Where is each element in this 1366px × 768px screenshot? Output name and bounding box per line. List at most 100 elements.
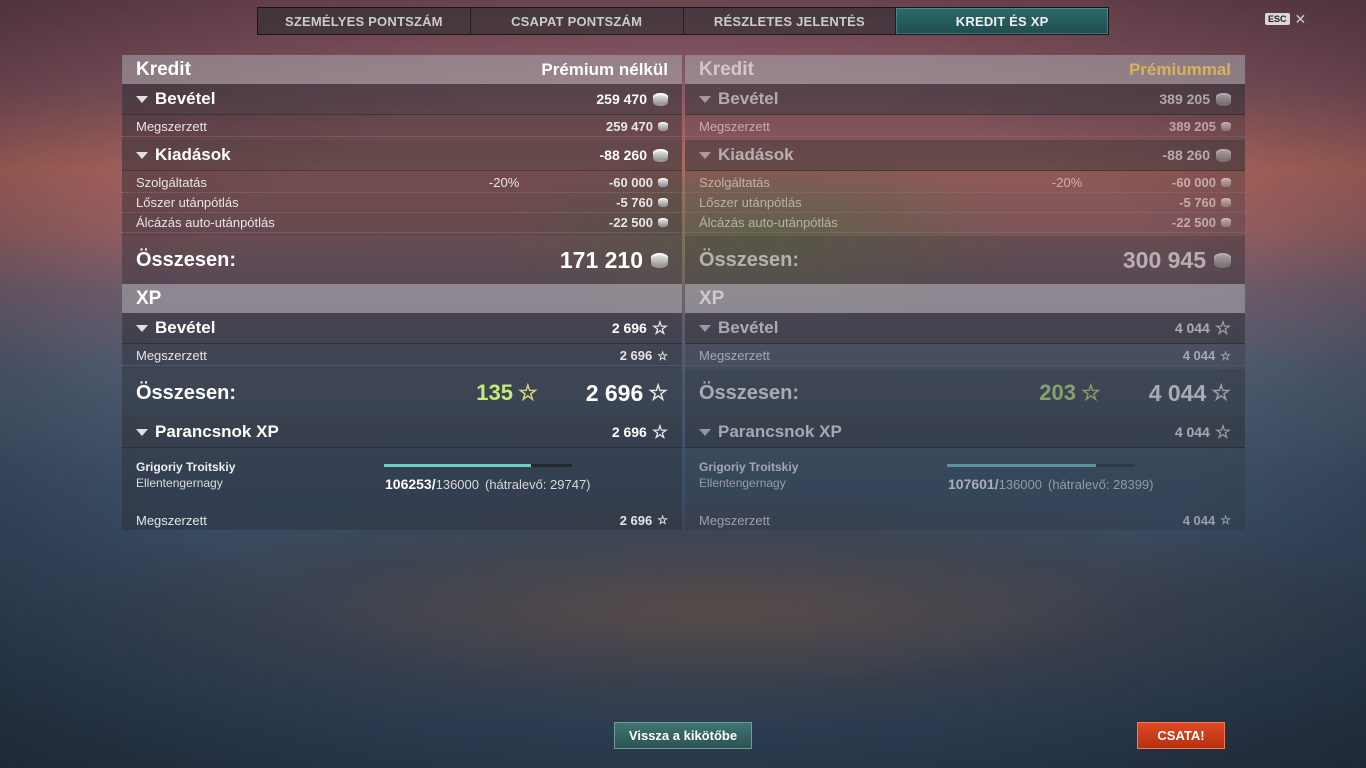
section-label: Bevétel <box>155 318 216 337</box>
commander-xp-current: 106253/ <box>385 476 436 492</box>
credit-coin-icon <box>658 198 668 207</box>
credit-income-rows: Megszerzett 259 470 <box>122 115 682 140</box>
chevron-down-icon <box>699 151 711 159</box>
commander-xp-current: 107601/ <box>948 476 999 492</box>
row-label: Megszerzett <box>136 348 207 363</box>
expenses-section[interactable]: Kiadások -88 260 <box>122 140 682 171</box>
row-value: -60 000 <box>608 175 653 190</box>
xp-header: XP <box>685 284 1245 313</box>
credit-income-section[interactable]: Bevétel 389 205 <box>685 84 1245 115</box>
credit-income-rows: Megszerzett 389 205 <box>685 115 1245 140</box>
free-xp-value: 203 <box>1039 380 1076 405</box>
list-item: Álcázás auto-utánpótlás -22 500 <box>685 213 1245 233</box>
chevron-down-icon <box>136 428 148 436</box>
xp-income-section[interactable]: Bevétel 4 044 ☆ <box>685 313 1245 344</box>
tab-personal-score[interactable]: SZEMÉLYES PONTSZÁM <box>258 8 471 34</box>
xp-total: Összesen: 203 ☆ 4 044 ☆ <box>685 369 1245 417</box>
star-icon: ☆ <box>651 422 668 442</box>
xp-income-value: 4 044 <box>1174 320 1210 336</box>
chevron-down-icon <box>136 324 148 332</box>
mode-label: Prémium nélkül <box>541 59 668 79</box>
xp-income-value: 2 696 <box>611 320 647 336</box>
list-item: Lőszer utánpótlás -5 760 <box>685 193 1245 213</box>
chevron-down-icon <box>136 95 148 103</box>
credit-coin-icon <box>1221 122 1231 131</box>
free-xp-star-icon: ☆ <box>517 380 538 405</box>
row-value: -60 000 <box>1171 175 1216 190</box>
row-value: -22 500 <box>608 215 653 230</box>
esc-key-icon: ESC <box>1265 13 1290 25</box>
back-to-port-button[interactable]: Vissza a kikötőbe <box>614 722 752 749</box>
chevron-down-icon <box>699 324 711 332</box>
credit-income-value: 259 470 <box>596 91 647 107</box>
credit-coin-icon <box>658 218 668 227</box>
credit-income-value: 389 205 <box>1159 91 1210 107</box>
commander-name: Grigoriy Troitskiy <box>699 460 799 474</box>
row-percent: -20% <box>488 175 520 190</box>
row-value: 4 044 <box>1182 348 1216 363</box>
section-label: Bevétel <box>155 89 216 108</box>
credit-coin-icon <box>1214 252 1231 268</box>
row-value: 389 205 <box>1169 119 1216 134</box>
row-value: 4 044 <box>1182 512 1216 528</box>
row-label: Megszerzett <box>136 119 207 134</box>
credit-coin-icon <box>1221 198 1231 207</box>
expenses-value: -88 260 <box>599 147 647 163</box>
total-label: Összesen: <box>699 381 800 404</box>
row-label: Szolgáltatás <box>136 175 207 190</box>
list-item: Megszerzett 4 044 ☆ <box>685 510 1245 530</box>
section-label: Bevétel <box>718 89 779 108</box>
star-icon: ☆ <box>651 318 668 338</box>
commander-xp-value: 4 044 <box>1174 424 1210 440</box>
credit-title: Kredit <box>699 58 754 80</box>
expenses-value: -88 260 <box>1162 147 1210 163</box>
list-item: Szolgáltatás -20% -60 000 <box>122 173 682 193</box>
commander-xp-value: 2 696 <box>611 424 647 440</box>
section-label: Kiadások <box>155 145 231 164</box>
credit-header: Kredit Prémium nélkül <box>122 55 682 84</box>
tab-credits-xp[interactable]: KREDIT ÉS XP <box>896 8 1108 34</box>
close-button[interactable]: ESC ✕ <box>1265 12 1306 26</box>
progress-fill <box>947 464 1096 467</box>
credit-income-section[interactable]: Bevétel 259 470 <box>122 84 682 115</box>
row-value: 2 696 <box>619 512 653 528</box>
row-label: Szolgáltatás <box>699 175 770 190</box>
commander-xp-section[interactable]: Parancsnok XP 4 044 ☆ <box>685 417 1245 448</box>
credit-coin-icon <box>658 122 668 131</box>
row-label: Álcázás auto-utánpótlás <box>136 215 275 230</box>
panel-without-premium: Kredit Prémium nélkül Bevétel 259 470 Me… <box>122 55 682 530</box>
mode-label: Prémiummal <box>1128 59 1231 79</box>
credit-coin-icon <box>1221 218 1231 227</box>
row-value: -5 760 <box>616 195 653 210</box>
list-item: Megszerzett 2 696 ☆ <box>122 510 682 530</box>
xp-income-section[interactable]: Bevétel 2 696 ☆ <box>122 313 682 344</box>
panel-with-premium: Kredit Prémiummal Bevétel 389 205 Megsze… <box>685 55 1245 530</box>
row-percent: -20% <box>1051 175 1083 190</box>
credit-total-value: 300 945 <box>1122 246 1206 273</box>
tab-team-score[interactable]: CSAPAT PONTSZÁM <box>471 8 684 34</box>
xp-income-rows: Megszerzett 4 044 ☆ <box>685 344 1245 369</box>
free-xp-value: 135 <box>476 380 513 405</box>
section-label: Parancsnok XP <box>155 422 279 441</box>
tab-bar: SZEMÉLYES PONTSZÁM CSAPAT PONTSZÁM RÉSZL… <box>257 7 1109 35</box>
star-icon: ☆ <box>648 380 668 405</box>
expenses-section[interactable]: Kiadások -88 260 <box>685 140 1245 171</box>
xp-title: XP <box>136 287 162 309</box>
row-label: Lőszer utánpótlás <box>699 195 802 210</box>
commander-xp-max: 136000 <box>998 477 1042 492</box>
expenses-rows: Szolgáltatás -20% -60 000 Lőszer utánpót… <box>685 171 1245 236</box>
commander-xp-remaining: (hátralevő: 28399) <box>1048 477 1154 492</box>
commander-xp-section[interactable]: Parancsnok XP 2 696 ☆ <box>122 417 682 448</box>
free-xp-star-icon: ☆ <box>1080 380 1101 405</box>
credit-title: Kredit <box>136 58 191 80</box>
row-label: Megszerzett <box>699 348 770 363</box>
credit-coin-icon <box>1221 178 1231 187</box>
tab-detailed-report[interactable]: RÉSZLETES JELENTÉS <box>684 8 897 34</box>
section-label: Kiadások <box>718 145 794 164</box>
battle-button[interactable]: CSATA! <box>1137 722 1225 749</box>
row-value: 259 470 <box>606 119 653 134</box>
xp-total-value: 2 696 <box>585 379 644 406</box>
credit-coin-icon <box>651 252 668 268</box>
credit-total: Összesen: 300 945 <box>685 236 1245 284</box>
xp-title: XP <box>699 287 725 309</box>
